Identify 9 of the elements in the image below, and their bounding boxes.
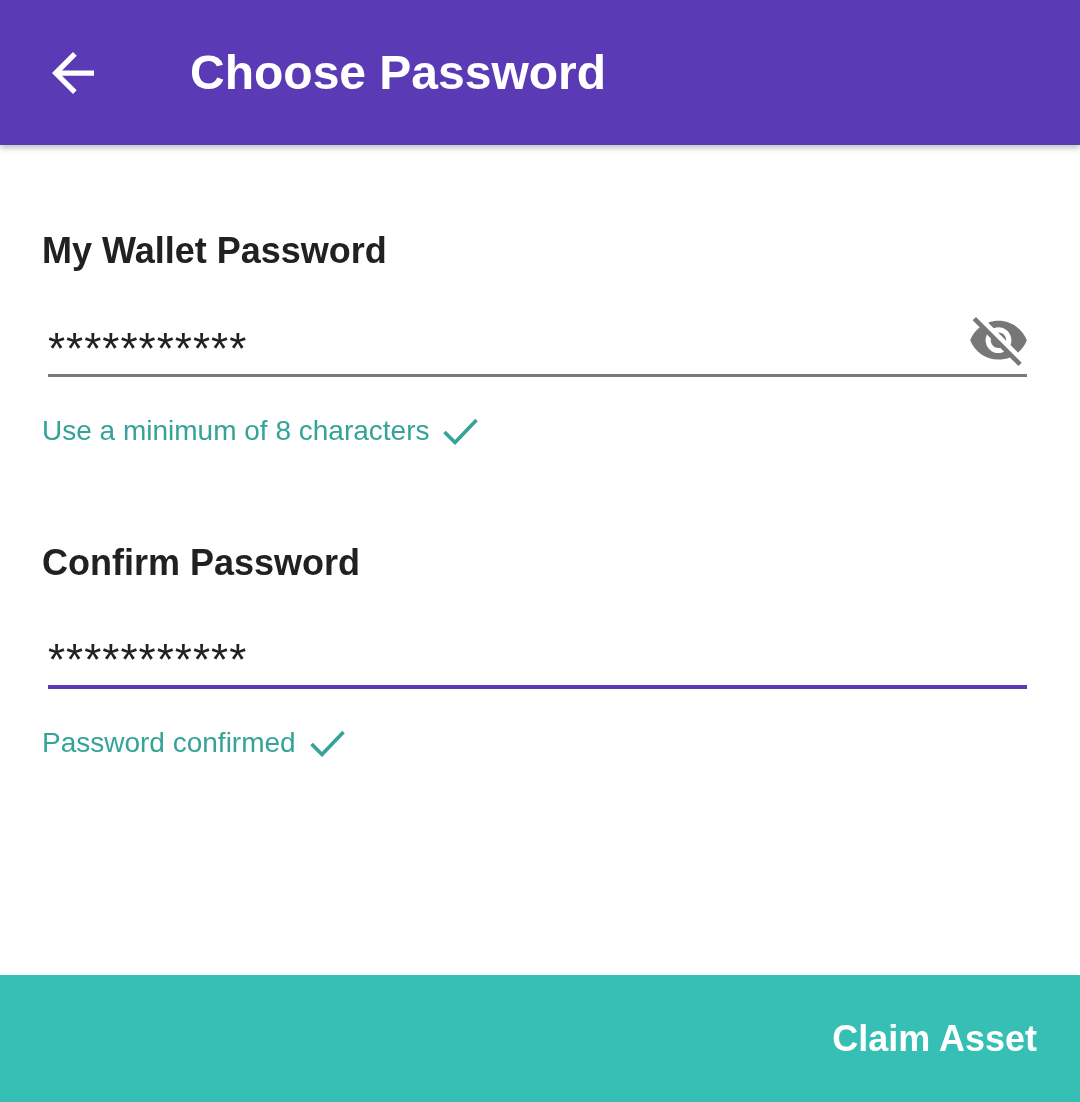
field-label: Confirm Password <box>42 541 361 585</box>
helper-text: Password confirmed <box>42 726 296 760</box>
password-field[interactable]: *********** <box>48 621 1027 689</box>
app-bar-title: Choose Password <box>190 44 607 101</box>
field-label: My Wallet Password <box>42 229 387 273</box>
password-field[interactable]: *********** <box>48 309 1027 377</box>
helper-text: Use a minimum of 8 characters <box>42 414 430 448</box>
back-arrow-icon[interactable] <box>52 51 94 94</box>
eye-slash-icon[interactable] <box>970 317 1027 366</box>
